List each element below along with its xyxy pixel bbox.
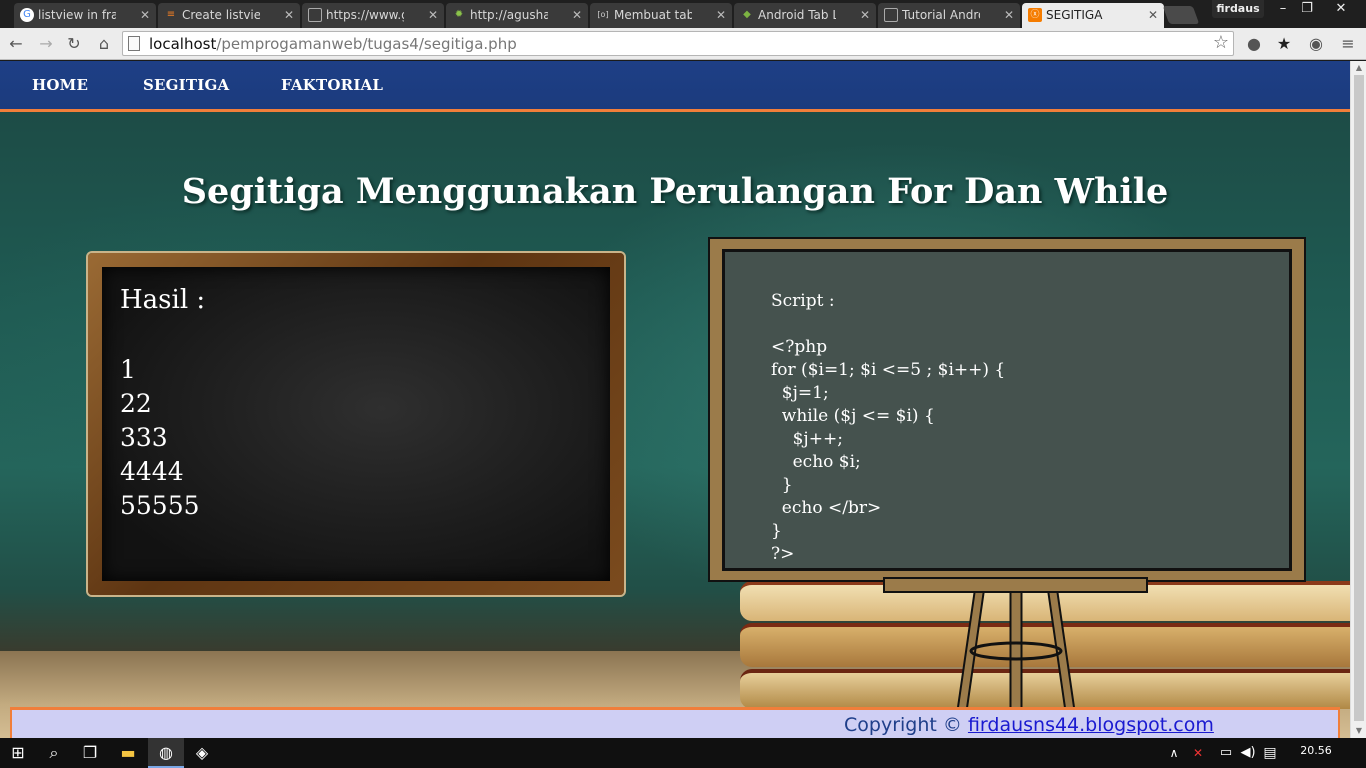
- script-label: Script :: [771, 291, 835, 311]
- search-icon[interactable]: ⌕: [36, 738, 72, 768]
- tab-title: Tutorial Android: [902, 8, 980, 22]
- tab-listview-fragment[interactable]: G listview in fragm ✕: [14, 3, 156, 28]
- extension-star-icon[interactable]: ★: [1272, 32, 1296, 56]
- close-icon[interactable]: ✕: [572, 3, 582, 27]
- bookmark-star-icon[interactable]: ☆: [1213, 32, 1229, 54]
- hasil-row: 1: [120, 355, 136, 384]
- tab-title: Create listview in: [182, 8, 260, 22]
- code-line: <?php: [771, 337, 828, 357]
- code-line: for ($i=1; $i <=5 ; $i++) {: [771, 360, 1006, 380]
- page-scrollbar[interactable]: ▲ ▼: [1350, 61, 1366, 738]
- page-footer: Copyright © firdausns44.blogspot.com: [10, 707, 1340, 738]
- script-code: Script : <?php for ($i=1; $i <=5 ; $i++) …: [771, 290, 1005, 566]
- reload-icon[interactable]: ↻: [62, 32, 86, 56]
- close-icon[interactable]: ✕: [716, 3, 726, 27]
- page-viewport: HOME SEGITIGA FAKTORIAL Segitiga Menggun…: [0, 61, 1350, 738]
- url-text[interactable]: localhost/pemprogamanweb/tugas4/segitiga…: [149, 34, 517, 54]
- tab-google-url[interactable]: https://www.goo ✕: [302, 3, 444, 28]
- windows-start-icon[interactable]: ⊞: [0, 738, 36, 768]
- hasil-row: 22: [120, 389, 152, 418]
- tab-tutorial-android[interactable]: Tutorial Android ✕: [878, 3, 1020, 28]
- tab-title: https://www.goo: [326, 8, 404, 22]
- copyright-prefix: Copyright ©: [844, 714, 962, 736]
- taskbar-clock[interactable]: 20.56: [1296, 738, 1336, 768]
- scroll-up-icon[interactable]: ▲: [1351, 61, 1366, 75]
- copyright-text: Copyright © firdausns44.blogspot.com: [844, 714, 1214, 736]
- tab-membuat-tab[interactable]: [o] Membuat tab m ✕: [590, 3, 732, 28]
- tab-android-tab-layout[interactable]: ◆ Android Tab Lay ✕: [734, 3, 876, 28]
- browser-toolbar: ← → ↻ ⌂ localhost/pemprogamanweb/tugas4/…: [0, 28, 1366, 60]
- action-center-icon[interactable]: ▤: [1252, 738, 1288, 768]
- tab-title: listview in fragm: [38, 8, 116, 22]
- stackoverflow-icon: ≡: [166, 9, 176, 20]
- result-chalkboard: Hasil : 1 22 333 4444 55555: [88, 253, 624, 595]
- close-window-icon[interactable]: ✕: [1326, 0, 1356, 20]
- hasil-row: 4444: [120, 457, 184, 486]
- code-line: ?>: [771, 544, 795, 564]
- code-line: echo $i;: [771, 452, 861, 472]
- home-icon[interactable]: ⌂: [92, 32, 116, 56]
- code-line: }: [771, 475, 793, 495]
- address-bar[interactable]: localhost/pemprogamanweb/tugas4/segitiga…: [122, 31, 1234, 56]
- nav-faktorial[interactable]: FAKTORIAL: [281, 76, 383, 94]
- extension-circle-icon[interactable]: ●: [1242, 32, 1266, 56]
- tab-agusharya[interactable]: ✹ http://agusharya ✕: [446, 3, 588, 28]
- scroll-down-icon[interactable]: ▼: [1351, 724, 1366, 738]
- tab-title: Android Tab Lay: [758, 8, 836, 22]
- hasil-row: 55555: [120, 491, 200, 520]
- close-icon[interactable]: ✕: [1148, 3, 1158, 27]
- close-icon[interactable]: ✕: [284, 3, 294, 27]
- task-view-icon[interactable]: ❐: [72, 738, 108, 768]
- file-explorer-icon[interactable]: ▬: [110, 738, 146, 768]
- tab-title: Membuat tab m: [614, 8, 692, 22]
- forward-icon[interactable]: →: [34, 32, 58, 56]
- tab-segitiga[interactable]: ⓧ SEGITIGA ✕: [1022, 3, 1164, 28]
- gear-icon: ✹: [454, 9, 464, 20]
- menu-icon[interactable]: ≡: [1336, 32, 1360, 56]
- page-icon: [128, 36, 140, 51]
- tab-title: http://agusharya: [470, 8, 548, 22]
- hasil-output: 1 22 333 4444 55555: [120, 353, 200, 523]
- chrome-taskbar-icon[interactable]: ◍: [148, 738, 184, 768]
- url-path: /pemprogamanweb/tugas4/segitiga.php: [216, 35, 517, 53]
- close-icon[interactable]: ✕: [140, 3, 150, 27]
- url-host: localhost: [149, 35, 217, 53]
- result-board-surface: Hasil : 1 22 333 4444 55555: [102, 267, 610, 581]
- scroll-thumb[interactable]: [1354, 75, 1364, 721]
- script-board-surface: Script : <?php for ($i=1; $i <=5 ; $i++) …: [722, 249, 1292, 571]
- android-icon: ◆: [743, 9, 751, 20]
- browser-tabstrip: G listview in fragm ✕ ≡ Create listview …: [0, 0, 1366, 28]
- blog-link[interactable]: firdausns44.blogspot.com: [968, 714, 1214, 736]
- page-title: Segitiga Menggunakan Perulangan For Dan …: [181, 171, 1169, 212]
- tab-create-listview[interactable]: ≡ Create listview in ✕: [158, 3, 300, 28]
- nav-home[interactable]: HOME: [32, 76, 88, 94]
- extension-globe-icon[interactable]: ◉: [1304, 32, 1328, 56]
- nav-segitiga[interactable]: SEGITIGA: [143, 76, 229, 94]
- code-line: while ($j <= $i) {: [771, 406, 935, 426]
- close-icon[interactable]: ✕: [860, 3, 870, 27]
- close-icon[interactable]: ✕: [428, 3, 438, 27]
- code-line: }: [771, 521, 782, 541]
- new-tab-button[interactable]: [1162, 6, 1200, 24]
- hasil-row: 333: [120, 423, 168, 452]
- app-taskbar-icon[interactable]: ◈: [184, 738, 220, 768]
- code-line: $j++;: [771, 429, 843, 449]
- page-icon: [884, 8, 898, 22]
- code-line: $j=1;: [771, 383, 829, 403]
- code-line: echo </br>: [771, 498, 882, 518]
- easel-tray: [883, 577, 1148, 593]
- profile-button[interactable]: firdaus: [1212, 0, 1264, 18]
- google-icon: G: [20, 8, 34, 22]
- close-icon[interactable]: ✕: [1004, 3, 1014, 27]
- blog-icon: [o]: [597, 10, 609, 19]
- tab-title: SEGITIGA: [1046, 8, 1103, 22]
- xampp-icon: ⓧ: [1028, 8, 1042, 22]
- page-icon: [308, 8, 322, 22]
- restore-icon[interactable]: ❐: [1292, 0, 1322, 20]
- script-easel-board: Script : <?php for ($i=1; $i <=5 ; $i++) …: [708, 237, 1306, 582]
- back-icon[interactable]: ←: [4, 32, 28, 56]
- windows-taskbar: ⊞ ⌕ ❐ ▬ ◍ ◈ ∧ ✕ ▭ ◀) ▤ 20.56: [0, 738, 1366, 768]
- top-navigation: HOME SEGITIGA FAKTORIAL: [0, 61, 1350, 112]
- hasil-label: Hasil :: [120, 285, 206, 315]
